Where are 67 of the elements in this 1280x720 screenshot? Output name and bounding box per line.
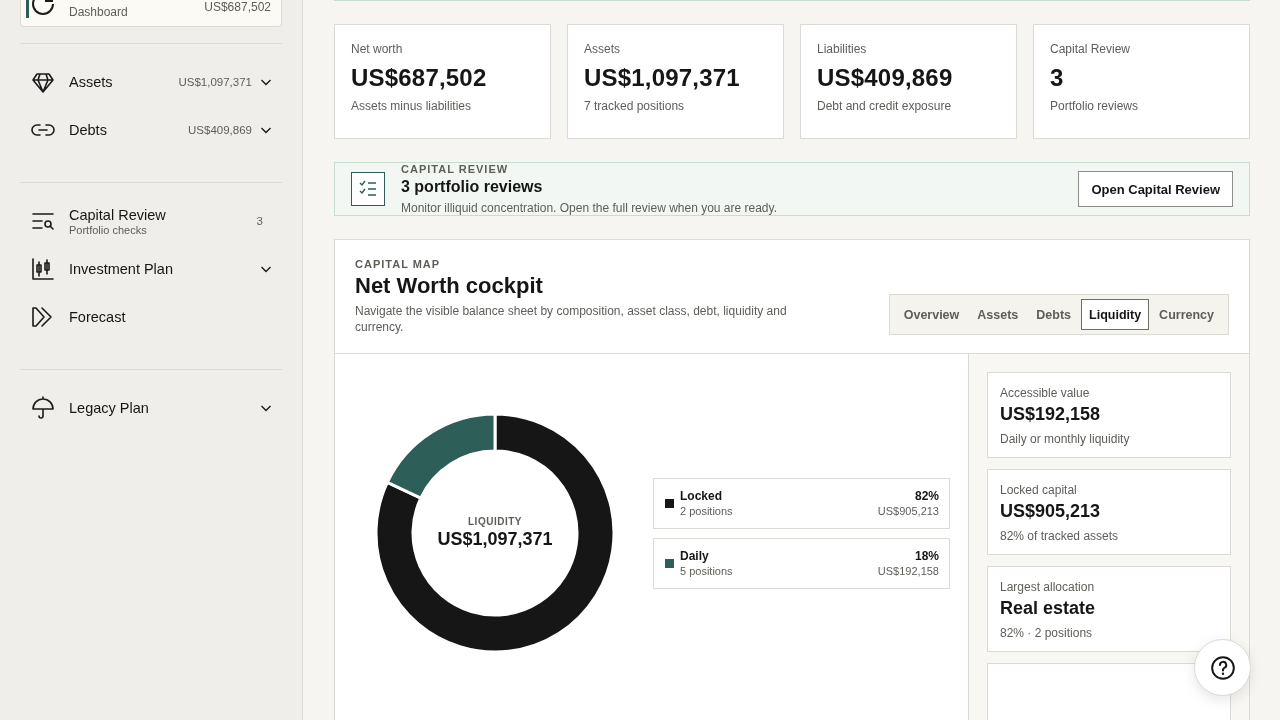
stat-value: US$409,869 [817,64,954,92]
insight-note: Daily or monthly liquidity [1000,432,1131,447]
nav-item[interactable]: Assets US$1,097,371 [20,58,282,106]
insight-note: 82% · 2 positions [1000,626,1094,641]
nav-subtitle: Portfolio checks [69,223,148,236]
legend-label: Locked [680,489,723,504]
nav-item[interactable]: Debts US$409,869 [20,106,282,154]
nav-count: 3 [256,215,263,227]
diamond-icon [31,70,55,94]
review-title: 3 portfolio reviews [401,178,544,196]
legend-share: 18% [914,549,939,564]
view-tab[interactable]: Liquidity [1081,299,1150,331]
stat-label: Liabilities [817,42,868,56]
stat-label: Assets [584,42,621,56]
insight-label: Accessible value [1000,386,1091,401]
nav-label: Debts [69,122,108,138]
checklist-icon [351,172,385,206]
section-eyebrow: CAPITAL MAP [355,258,442,270]
review-description: Monitor illiquid concentration. Open the full review when you are ready. [401,201,778,215]
legend-value: US$905,213 [877,505,939,518]
nav-value: US$409,869 [188,124,252,136]
legend-positions: 5 positions [680,565,734,578]
view-tab[interactable]: Assets [969,299,1027,331]
nav-label: Assets [69,74,114,90]
insight-value: Real estate [1000,598,1097,620]
legend-share: 82% [914,489,939,504]
nav-item[interactable]: Forecast [20,293,282,341]
view-tab[interactable]: Currency [1151,299,1222,331]
insight-value: US$192,158 [1000,404,1102,426]
stat-label: Net worth [351,42,404,56]
candlestick-chart-icon [31,257,55,281]
nav-item[interactable]: Legacy Plan [20,384,282,432]
nav-label: Capital Review [69,206,167,223]
insight-note: 82% of tracked assets [1000,529,1120,544]
insight-label: Locked capital [1000,483,1078,498]
insight-label: Largest allocation [1000,580,1096,595]
umbrella-icon [31,396,55,420]
stat-value: US$1,097,371 [584,64,741,92]
legend-label: Daily [680,549,710,564]
nav-item[interactable]: Capital Review Portfolio checks 3 [20,197,282,245]
nav-label: Forecast [69,309,127,325]
panel-title: Net Worth cockpit [355,273,544,299]
section-eyebrow: CAPITAL REVIEW [401,163,510,175]
donut-label: LIQUIDITY [468,516,522,528]
nav-label: Legacy Plan [69,400,150,416]
stat-value: US$687,502 [351,64,488,92]
legend-value: US$192,158 [877,565,939,578]
insight-value: US$905,213 [1000,501,1102,523]
nav-subtitle: Dashboard [69,5,129,19]
nav-value: US$1,097,371 [178,76,252,88]
stat-note: 7 tracked positions [584,99,686,113]
stat-value: 3 [1050,64,1065,92]
stat-note: Portfolio reviews [1050,99,1140,113]
stat-note: Debt and credit exposure [817,99,953,113]
donut-value: US$1,097,371 [437,529,553,551]
nav-label: Investment Plan [69,261,174,277]
panel-description: Navigate the visible balance sheet by composition, asset class, debt, liquidity and currency. [355,304,788,336]
view-tab[interactable]: Overview [895,299,968,331]
stat-label: Capital Review [1050,42,1132,56]
open-review-button[interactable]: Open Capital Review [1078,171,1233,207]
stat-note: Assets minus liabilities [351,99,473,113]
nav-item[interactable]: Investment Plan [20,245,282,293]
help-icon [1209,654,1236,681]
legend-positions: 2 positions [680,505,734,518]
view-tab[interactable]: Debts [1028,299,1080,331]
nav-value: US$687,502 [204,0,271,14]
fast-forward-icon [31,305,55,329]
